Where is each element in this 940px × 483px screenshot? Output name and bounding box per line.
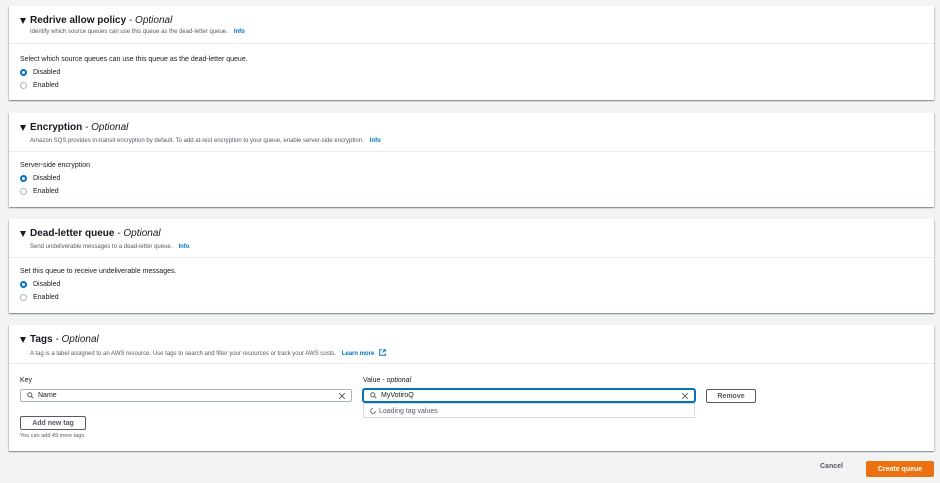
radio-label: Disabled: [33, 69, 61, 76]
radio-label: Disabled: [33, 175, 61, 182]
clear-icon[interactable]: [681, 392, 689, 400]
loading-text: Loading tag values: [379, 408, 438, 415]
create-queue-button[interactable]: Create queue: [866, 461, 934, 477]
redrive-radio-enabled[interactable]: Enabled: [20, 82, 59, 89]
radio-label: Enabled: [33, 294, 59, 301]
learn-more-link[interactable]: Learn more: [342, 349, 386, 357]
tag-value-input[interactable]: MyVotiroQ: [363, 389, 695, 402]
dead-letter-queue-radio-disabled[interactable]: Disabled: [20, 281, 60, 288]
dead-letter-queue-radio-enabled[interactable]: Enabled: [20, 294, 59, 301]
encryption-title: Encryption - Optional: [30, 122, 129, 133]
redrive-radio-disabled[interactable]: Disabled: [20, 69, 60, 76]
clear-icon[interactable]: [338, 392, 346, 400]
tag-key-input[interactable]: Name: [20, 389, 352, 402]
redrive-policy-header[interactable]: Redrive allow policy - Optional Identify…: [9, 6, 934, 44]
encryption-header[interactable]: Encryption - Optional Amazon SQS provide…: [9, 113, 934, 152]
caret-down-icon[interactable]: [20, 18, 26, 24]
info-link[interactable]: Info: [370, 138, 381, 144]
encryption-radio-disabled[interactable]: Disabled: [20, 175, 60, 182]
tags-panel: Tags - Optional A tag is a label assigne…: [9, 325, 934, 451]
tag-value-value: MyVotiroQ: [381, 392, 414, 399]
caret-down-icon[interactable]: [20, 125, 26, 131]
tag-value-label: Value - optional: [363, 377, 412, 384]
encryption-panel: Encryption - Optional Amazon SQS provide…: [9, 113, 934, 207]
dead-letter-queue-panel: Dead-letter queue - Optional Send undeli…: [9, 219, 934, 313]
tags-description: A tag is a label assigned to an AWS reso…: [30, 349, 386, 357]
caret-down-icon[interactable]: [20, 231, 26, 237]
encryption-description: Amazon SQS provides in-transit encryptio…: [30, 138, 381, 144]
loading-spinner-icon: [370, 408, 376, 414]
encryption-radio-enabled[interactable]: Enabled: [20, 188, 59, 195]
tags-header[interactable]: Tags - Optional A tag is a label assigne…: [9, 325, 934, 364]
dead-letter-queue-description: Send undeliverable messages to a dead-le…: [30, 244, 190, 250]
add-new-tag-button[interactable]: Add new tag: [20, 416, 86, 430]
radio-selected-icon[interactable]: [20, 281, 27, 288]
redrive-policy-title: Redrive allow policy - Optional: [30, 15, 173, 26]
redrive-policy-panel: Redrive allow policy - Optional Identify…: [9, 6, 934, 100]
info-link[interactable]: Info: [234, 29, 245, 35]
tags-title: Tags - Optional: [30, 334, 99, 345]
search-icon: [370, 392, 377, 399]
search-icon: [27, 392, 34, 399]
encryption-question: Server-side encryption: [20, 162, 91, 169]
tag-value-suggestions: Loading tag values: [363, 403, 695, 418]
radio-label: Disabled: [33, 281, 61, 288]
radio-label: Enabled: [33, 188, 59, 195]
dead-letter-queue-title: Dead-letter queue - Optional: [30, 228, 161, 239]
tag-key-value: Name: [38, 392, 57, 399]
remove-tag-button[interactable]: Remove: [706, 389, 756, 403]
radio-selected-icon[interactable]: [20, 175, 27, 182]
radio-unselected-icon[interactable]: [20, 294, 27, 301]
external-link-icon: [379, 349, 386, 356]
radio-unselected-icon[interactable]: [20, 82, 27, 89]
radio-selected-icon[interactable]: [20, 69, 27, 76]
info-link[interactable]: Info: [178, 244, 189, 250]
tags-remaining-hint: You can add 49 more tags.: [20, 433, 86, 439]
redrive-question: Select which source queues can use this …: [20, 56, 248, 63]
caret-down-icon[interactable]: [20, 337, 26, 343]
dead-letter-queue-header[interactable]: Dead-letter queue - Optional Send undeli…: [9, 219, 934, 258]
dead-letter-queue-question: Set this queue to receive undeliverable …: [20, 268, 177, 275]
cancel-button[interactable]: Cancel: [820, 463, 843, 470]
radio-label: Enabled: [33, 82, 59, 89]
radio-unselected-icon[interactable]: [20, 188, 27, 195]
tag-key-label: Key: [20, 377, 33, 384]
redrive-policy-description: Identify which source queues can use thi…: [30, 29, 245, 35]
